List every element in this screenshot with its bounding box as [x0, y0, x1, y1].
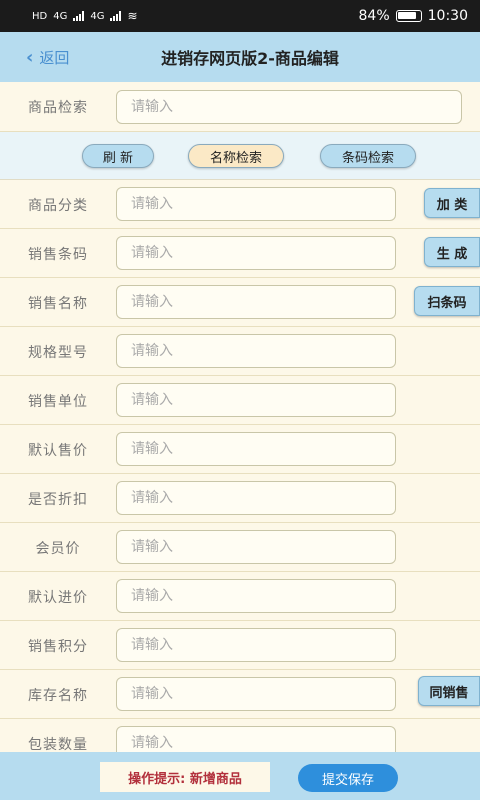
field-row: 默认进价: [0, 572, 480, 621]
hd-indicator: HD: [32, 10, 48, 22]
field-label: 默认售价: [28, 442, 88, 459]
search-label: 商品检索: [28, 100, 88, 116]
field-row: 会员价: [0, 523, 480, 572]
discount-input[interactable]: [116, 481, 396, 515]
spec-input[interactable]: [116, 334, 396, 368]
search-row: 商品检索: [0, 82, 480, 132]
field-row: 商品分类: [0, 180, 480, 229]
same-as-sales-button[interactable]: 同销售: [418, 676, 480, 706]
status-right: 84% 10:30: [359, 8, 468, 24]
add-category-button[interactable]: 加 类: [424, 188, 480, 218]
field-row: 销售条码: [0, 229, 480, 278]
refresh-button[interactable]: 刷 新: [82, 144, 154, 168]
signal-icon: [73, 11, 85, 21]
wifi-icon: ≋: [127, 9, 138, 23]
scan-barcode-button[interactable]: 扫条码: [414, 286, 480, 316]
field-label: 商品分类: [28, 197, 88, 214]
field-label: 销售名称: [28, 295, 88, 312]
field-row: 规格型号: [0, 327, 480, 376]
field-label: 默认进价: [28, 589, 88, 606]
battery-icon: [395, 10, 422, 22]
page-title: 进销存网页版2-商品编辑: [161, 49, 339, 68]
clock: 10:30: [427, 8, 468, 24]
points-input[interactable]: [116, 628, 396, 662]
network-type-2: 4G: [90, 10, 105, 22]
field-row: 是否折扣: [0, 474, 480, 523]
unit-input[interactable]: [116, 383, 396, 417]
battery-percent: 84%: [358, 8, 390, 24]
status-bar: HD 4G 4G ≋ 84% 10:30: [0, 0, 480, 32]
field-label: 会员价: [35, 540, 81, 557]
field-row: 销售名称: [0, 278, 480, 327]
search-actions: 刷 新 名称检索 条码检索: [0, 132, 480, 180]
status-left: HD 4G 4G ≋: [32, 9, 138, 23]
back-label: 返回: [39, 48, 70, 67]
operation-tip: 操作提示: 新增商品: [100, 762, 270, 792]
search-input[interactable]: [116, 90, 462, 124]
name-search-button[interactable]: 名称检索: [188, 144, 284, 168]
field-label: 销售条码: [28, 246, 88, 263]
barcode-input[interactable]: [116, 236, 396, 270]
back-button[interactable]: ‹ 返回: [26, 32, 69, 82]
field-label: 销售单位: [28, 393, 88, 410]
field-row: 默认售价: [0, 425, 480, 474]
field-label: 库存名称: [28, 687, 88, 704]
sales-name-input[interactable]: [116, 285, 396, 319]
barcode-search-button[interactable]: 条码检索: [320, 144, 416, 168]
field-row: 库存名称: [0, 670, 480, 719]
field-label: 销售积分: [28, 638, 88, 655]
field-label: 规格型号: [28, 344, 88, 361]
chevron-left-icon: ‹: [26, 46, 34, 68]
field-label: 是否折扣: [28, 491, 88, 508]
member-price-input[interactable]: [116, 530, 396, 564]
generate-barcode-button[interactable]: 生 成: [424, 237, 480, 267]
nav-bar: ‹ 返回 进销存网页版2-商品编辑: [0, 32, 480, 82]
submit-save-button[interactable]: 提交保存: [298, 764, 398, 792]
stock-name-input[interactable]: [116, 677, 396, 711]
default-price-input[interactable]: [116, 432, 396, 466]
network-type-1: 4G: [53, 10, 68, 22]
field-row: 销售单位: [0, 376, 480, 425]
signal-icon: [110, 11, 122, 21]
purchase-price-input[interactable]: [116, 579, 396, 613]
field-row: 销售积分: [0, 621, 480, 670]
bottom-bar: 操作提示: 新增商品 提交保存: [0, 752, 480, 800]
category-input[interactable]: [116, 187, 396, 221]
